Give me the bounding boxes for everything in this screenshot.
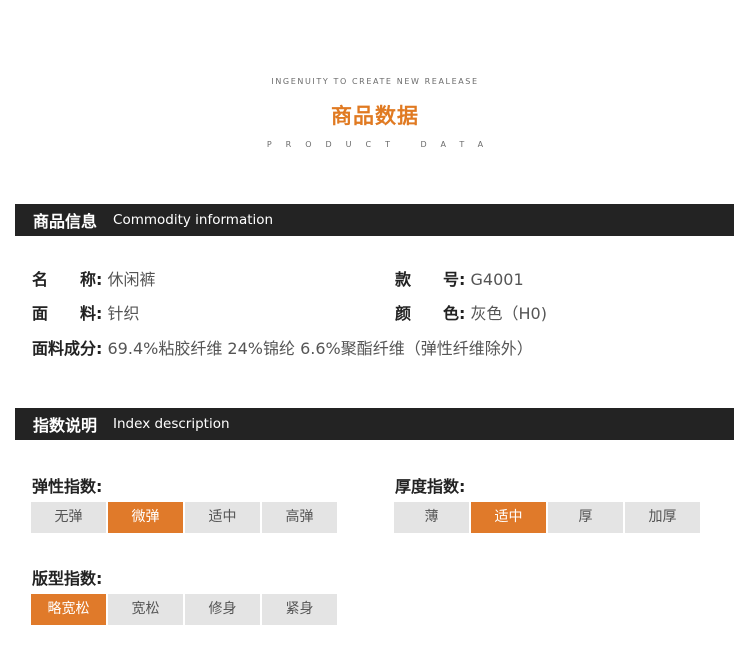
section-bar-commodity-info: 商品信息 Commodity information: [15, 204, 734, 236]
fit-title: 版型指数:: [32, 569, 103, 588]
fit-option[interactable]: 修身: [185, 594, 260, 625]
info-composition-label: 面料成分:: [32, 339, 103, 358]
info-code-value: G4001: [470, 270, 524, 289]
info-color-label: 颜 色:: [395, 304, 466, 323]
elasticity-option[interactable]: 无弹: [31, 502, 106, 533]
info-color-row: 颜 色: 灰色（H0): [395, 300, 547, 324]
info-code-label: 款 号:: [395, 270, 466, 289]
section-title-en: Index description: [113, 416, 230, 432]
thickness-option[interactable]: 适中: [471, 502, 546, 533]
fit-option[interactable]: 略宽松: [31, 594, 106, 625]
info-fabric-value: 针织: [107, 304, 140, 323]
info-fabric-label: 面 料:: [32, 304, 103, 323]
info-name-label: 名 称:: [32, 270, 103, 289]
section-bar-index-description: 指数说明 Index description: [15, 408, 734, 440]
info-composition-value: 69.4%粘胶纤维 24%锦纶 6.6%聚酯纤维（弹性纤维除外）: [107, 339, 533, 358]
elasticity-title: 弹性指数:: [32, 477, 103, 496]
fit-option[interactable]: 宽松: [108, 594, 183, 625]
section-title-en: Commodity information: [113, 212, 274, 228]
info-color-value: 灰色（H0): [470, 304, 547, 323]
elasticity-option[interactable]: 适中: [185, 502, 260, 533]
thickness-option[interactable]: 厚: [548, 502, 623, 533]
thickness-options: 薄 适中 厚 加厚: [394, 502, 700, 533]
section-title-cn: 指数说明: [33, 416, 98, 435]
info-name-row: 名 称: 休闲裤: [32, 266, 156, 290]
elasticity-options: 无弹 微弹 适中 高弹: [31, 502, 337, 533]
header-subtitle: PRODUCT DATA: [266, 140, 498, 149]
fit-option[interactable]: 紧身: [262, 594, 337, 625]
elasticity-option[interactable]: 高弹: [262, 502, 337, 533]
header-tagline: INGENUITY TO CREATE NEW REALEASE: [271, 77, 479, 86]
fit-options: 略宽松 宽松 修身 紧身: [31, 594, 337, 625]
info-name-value: 休闲裤: [107, 270, 156, 289]
thickness-option[interactable]: 加厚: [625, 502, 700, 533]
page-title: 商品数据: [331, 104, 419, 128]
elasticity-option[interactable]: 微弹: [108, 502, 183, 533]
info-fabric-row: 面 料: 针织: [32, 300, 140, 324]
section-title-cn: 商品信息: [33, 212, 98, 231]
info-code-row: 款 号: G4001: [395, 266, 524, 290]
thickness-option[interactable]: 薄: [394, 502, 469, 533]
info-composition-row: 面料成分: 69.4%粘胶纤维 24%锦纶 6.6%聚酯纤维（弹性纤维除外）: [32, 335, 533, 359]
thickness-title: 厚度指数:: [395, 477, 466, 496]
